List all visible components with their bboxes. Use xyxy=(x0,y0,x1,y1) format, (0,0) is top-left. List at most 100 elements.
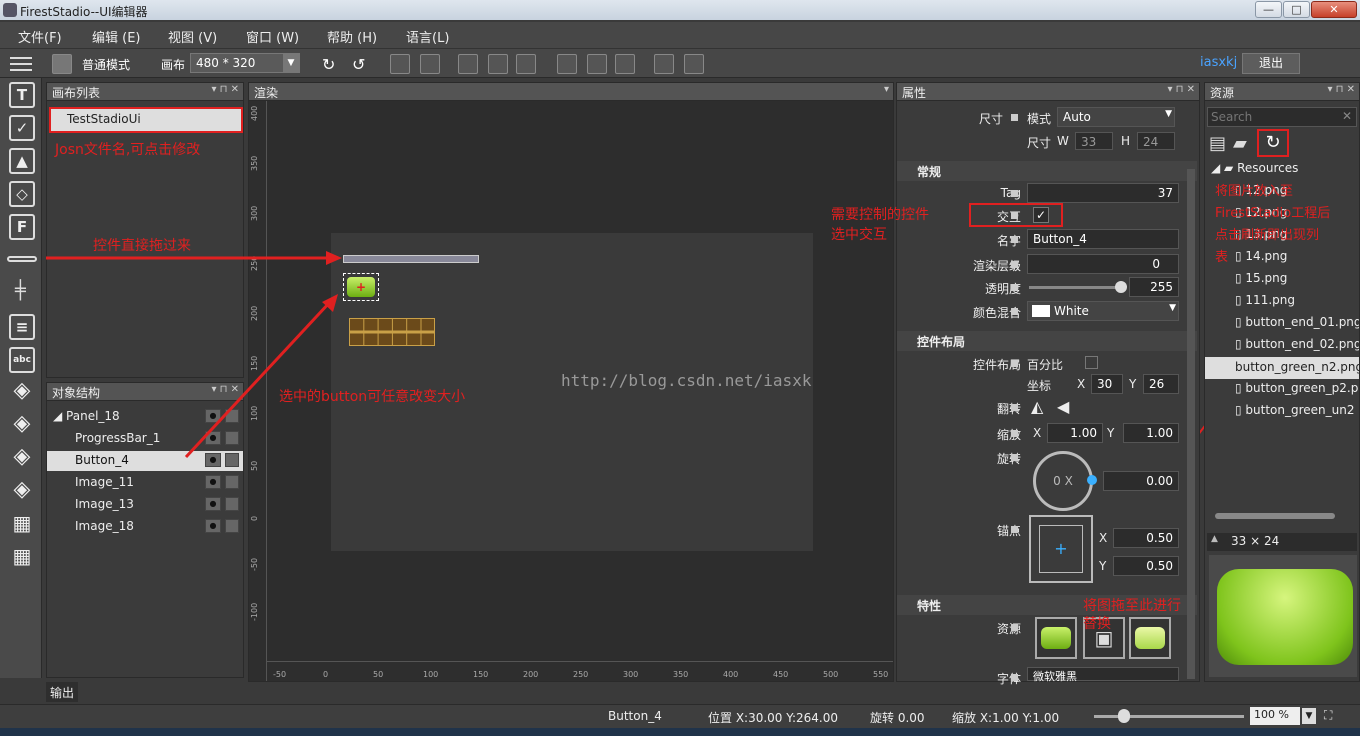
percent-checkbox[interactable] xyxy=(1085,356,1098,369)
panel-controls-icon[interactable]: ▾ ⊓ ✕ xyxy=(211,84,239,95)
tree-item[interactable]: Image_11 ● xyxy=(47,473,243,493)
rotate-input[interactable]: 0.00 xyxy=(1103,471,1179,491)
image-grid-widget[interactable] xyxy=(349,318,435,346)
opacity-slider-handle[interactable] xyxy=(1115,281,1127,293)
lock-icon[interactable] xyxy=(225,519,239,533)
close-button[interactable]: ✕ xyxy=(1311,1,1357,18)
blend-select[interactable]: White ▼ xyxy=(1027,301,1179,321)
chevron-down-icon[interactable]: ▼ xyxy=(1169,303,1176,313)
align-top-icon[interactable] xyxy=(458,54,478,74)
select-icon[interactable] xyxy=(390,54,410,74)
rotate-cw-icon[interactable]: ↻ xyxy=(322,55,335,74)
resources-h-scrollbar[interactable] xyxy=(1215,513,1335,519)
scale-x-input[interactable]: 1.00 xyxy=(1047,423,1103,443)
eye-icon[interactable]: ● xyxy=(205,453,221,467)
flip-vertical-icon[interactable]: ◀ xyxy=(1057,397,1069,416)
button-widget-selected[interactable]: + xyxy=(343,273,379,301)
tag-input[interactable]: 37 xyxy=(1027,183,1179,203)
anchor-y-input[interactable]: 0.50 xyxy=(1113,556,1179,576)
anchor-x-input[interactable]: 0.50 xyxy=(1113,528,1179,548)
move-icon[interactable] xyxy=(420,54,440,74)
grid1-icon[interactable]: ▦ xyxy=(9,512,35,538)
panel-menu-icon[interactable]: ▾ xyxy=(884,84,889,95)
file-item[interactable]: ▯ button_green_un2 xyxy=(1235,403,1359,417)
layer4-icon[interactable]: ◈ xyxy=(9,479,35,505)
section-general[interactable]: 常规 xyxy=(897,161,1197,181)
menu-language[interactable]: 语言(L) xyxy=(406,27,449,46)
panel-controls-icon[interactable]: ▾ ⊓ ✕ xyxy=(1327,84,1355,95)
tree-item-selected[interactable]: Button_4 ● xyxy=(47,451,243,471)
clear-search-icon[interactable]: ✕ xyxy=(1342,109,1352,123)
scale-y-input[interactable]: 1.00 xyxy=(1123,423,1179,443)
align-middle-icon[interactable] xyxy=(488,54,508,74)
mode-label[interactable]: 普通模式 xyxy=(82,56,130,73)
y-input[interactable]: 26 xyxy=(1143,374,1179,394)
properties-scrollbar[interactable] xyxy=(1187,169,1195,679)
chevron-down-icon[interactable]: ▼ xyxy=(1302,708,1316,724)
zoom-slider[interactable] xyxy=(1094,715,1244,718)
file-item-selected[interactable]: button_green_n2.png xyxy=(1205,357,1359,379)
new-file-icon[interactable]: ▤ xyxy=(1209,133,1226,154)
opacity-slider[interactable] xyxy=(1029,286,1123,289)
flip-horizontal-icon[interactable]: ◭ xyxy=(1031,397,1043,416)
chevron-down-icon[interactable]: ▼ xyxy=(283,54,299,72)
file-item[interactable]: ▯ button_green_p2.png xyxy=(1235,381,1359,395)
lock-icon[interactable] xyxy=(225,431,239,445)
align-center-icon[interactable] xyxy=(587,54,607,74)
eye-icon[interactable]: ● xyxy=(205,431,221,445)
tree-item[interactable]: ProgressBar_1 ● xyxy=(47,429,243,449)
menu-edit[interactable]: 编辑 (E) xyxy=(92,27,141,46)
anchor-crosshair-icon[interactable]: + xyxy=(1039,525,1083,573)
progressbar-widget[interactable] xyxy=(343,255,479,263)
list-tool-icon[interactable]: ≡ xyxy=(9,314,35,340)
layer3-icon[interactable]: ◈ xyxy=(9,446,35,472)
fit-screen-icon[interactable]: ⛶ xyxy=(1324,708,1332,723)
menu-help[interactable]: 帮助 (H) xyxy=(327,27,377,46)
textfield-tool-icon[interactable]: abc xyxy=(9,347,35,373)
anchor-box[interactable]: + xyxy=(1029,515,1093,583)
layer1-icon[interactable]: ◈ xyxy=(9,380,35,406)
output-tab[interactable]: 输出 xyxy=(46,682,78,702)
rotate-dial-handle[interactable] xyxy=(1087,475,1097,485)
zoom-slider-handle[interactable] xyxy=(1118,709,1130,723)
logout-button[interactable]: 退出 xyxy=(1242,53,1300,74)
eye-icon[interactable]: ● xyxy=(205,409,221,423)
panel-controls-icon[interactable]: ▾ ⊓ ✕ xyxy=(1167,84,1195,95)
distribute-h-icon[interactable] xyxy=(684,54,704,74)
distribute-v-icon[interactable] xyxy=(654,54,674,74)
tree-root[interactable]: ◢ Panel_18 ● xyxy=(47,407,243,427)
mode-select[interactable]: Auto ▼ xyxy=(1057,107,1175,127)
h-input[interactable]: 24 xyxy=(1137,132,1175,150)
menu-window[interactable]: 窗口 (W) xyxy=(246,27,299,46)
hamburger-icon[interactable] xyxy=(10,55,32,73)
checkbox-tool-icon[interactable]: ✓ xyxy=(9,115,35,141)
folder-tree-item[interactable]: ◢ ▰ Resources xyxy=(1211,161,1298,175)
x-input[interactable]: 30 xyxy=(1091,374,1123,394)
canvas-list-item[interactable]: TestStadioUi xyxy=(49,107,243,133)
lock-icon[interactable] xyxy=(225,453,239,467)
eye-icon[interactable]: ● xyxy=(205,475,221,489)
file-item[interactable]: ▯ button_end_02.png xyxy=(1235,337,1359,351)
font-tool-icon[interactable]: F xyxy=(9,214,35,240)
maximize-button[interactable]: □ xyxy=(1283,1,1310,18)
eye-icon[interactable]: ● xyxy=(205,497,221,511)
tag-tool-icon[interactable]: ◇ xyxy=(9,181,35,207)
image-tool-icon[interactable]: ▲ xyxy=(9,148,35,174)
zoom-input[interactable]: 100 % xyxy=(1250,707,1300,725)
resource-normal-slot[interactable] xyxy=(1035,617,1077,659)
search-input[interactable] xyxy=(1208,108,1336,126)
align-left-icon[interactable] xyxy=(557,54,577,74)
rotate-dial[interactable]: 0 X xyxy=(1033,451,1093,511)
minimize-button[interactable]: — xyxy=(1255,1,1282,18)
align-right-icon[interactable] xyxy=(615,54,635,74)
tree-item[interactable]: Image_18 ● xyxy=(47,517,243,537)
file-item[interactable]: ▯ 15.png xyxy=(1235,271,1287,285)
text-tool-icon[interactable]: T xyxy=(9,82,35,108)
refresh-icon[interactable]: ↻ xyxy=(1257,129,1289,157)
lock-icon[interactable] xyxy=(225,409,239,423)
name-input[interactable]: Button_4 xyxy=(1027,229,1179,249)
search-field[interactable]: ✕ xyxy=(1207,107,1357,127)
progressbar-tool-icon[interactable] xyxy=(7,256,37,262)
chevron-up-icon[interactable]: ▲ xyxy=(1211,534,1218,544)
lock-icon[interactable] xyxy=(225,475,239,489)
